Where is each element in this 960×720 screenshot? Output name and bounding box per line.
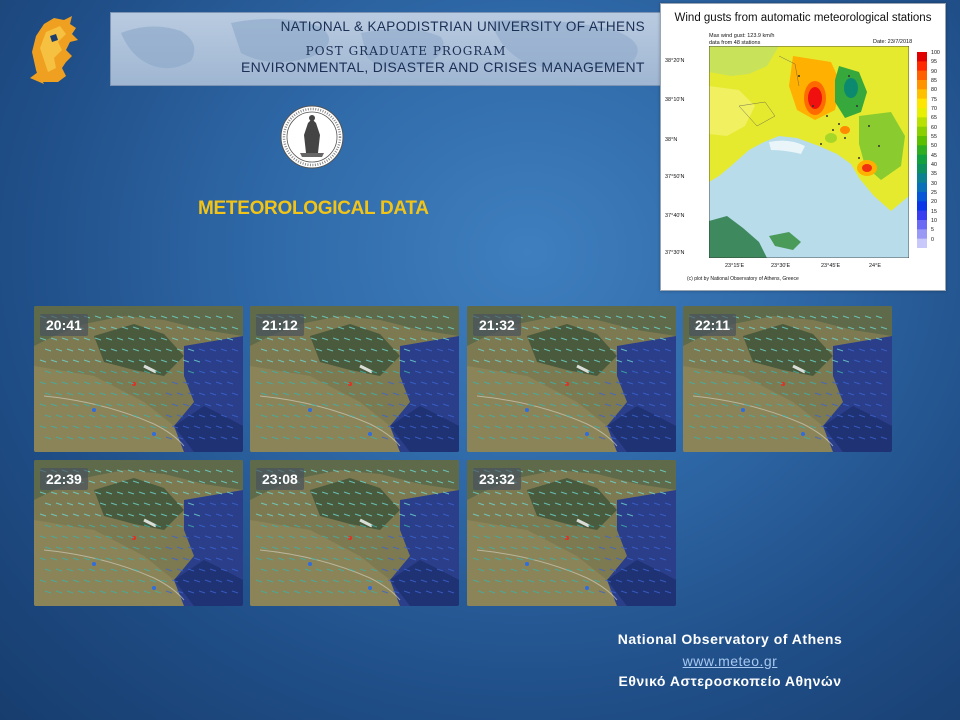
lon-label: 24°E	[869, 263, 881, 269]
colorbar-swatch	[917, 154, 927, 165]
wind-frame-thumbnail[interactable]: 21:32	[467, 306, 676, 452]
colorbar-label: 70	[931, 106, 937, 112]
colorbar-label: 50	[931, 143, 937, 150]
colorbar-label: 45	[931, 152, 937, 159]
lat-label: 38°N	[665, 137, 678, 143]
colorbar-label: 25	[931, 190, 937, 196]
program-name: POST GRADUATE PROGRAM	[305, 44, 507, 58]
lat-label: 38°20'N	[665, 58, 685, 64]
wind-frame-thumbnail[interactable]: 23:08	[250, 460, 459, 606]
colorbar-swatch	[917, 229, 927, 239]
colorbar-label: 100	[931, 50, 940, 56]
observatory-name-gr: Εθνικό Αστεροσκοπείο Αθηνών	[618, 673, 842, 689]
lat-label: 38°10'N	[665, 97, 685, 103]
colorbar-label: 95	[931, 59, 937, 66]
colorbar-swatch	[917, 238, 927, 248]
header-banner: NATIONAL & KAPODISTRIAN UNIVERSITY OF AT…	[110, 12, 662, 86]
colorbar-label: 80	[931, 87, 937, 94]
colorbar-swatch	[917, 98, 927, 109]
colorbar-label: 85	[931, 78, 937, 84]
colorbar-swatch	[917, 52, 927, 62]
frame-timestamp: 23:08	[256, 468, 304, 490]
colorbar-label: 20	[931, 199, 937, 206]
map-max-gust: Max wind gust: 123.9 km/h	[709, 33, 775, 39]
colorbar-swatch	[917, 220, 927, 230]
university-seal	[280, 105, 344, 169]
lon-label: 23°15'E	[725, 263, 745, 269]
map-date: Date: 23/7/2018	[873, 39, 913, 45]
observatory-website-link[interactable]: www.meteo.gr	[580, 653, 880, 669]
colorbar-swatch	[917, 61, 927, 71]
colorbar-swatch	[917, 164, 927, 174]
colorbar-swatch	[917, 136, 927, 146]
lat-label: 37°40'N	[665, 213, 685, 219]
university-name: NATIONAL & KAPODISTRIAN UNIVERSITY OF AT…	[280, 19, 645, 34]
colorbar-label: 75	[931, 96, 937, 103]
colorbar-swatch	[917, 117, 927, 127]
wind-frame-thumbnail[interactable]: 22:39	[34, 460, 243, 606]
specialization-name: ENVIRONMENTAL, DISASTER AND CRISES MANAG…	[241, 59, 645, 75]
colorbar	[917, 52, 927, 248]
lat-label: 37°50'N	[665, 174, 685, 180]
colorbar-label: 55	[931, 134, 937, 140]
colorbar-label: 65	[931, 115, 937, 122]
lon-label: 23°30'E	[771, 263, 791, 269]
colorbar-swatch	[917, 126, 927, 137]
map-title: Wind gusts from automatic meteorological…	[674, 12, 932, 24]
colorbar-label: 5	[931, 227, 934, 234]
frame-timestamp: 21:12	[256, 314, 304, 336]
section-title: METEOROLOGICAL DATA	[198, 198, 429, 219]
colorbar-swatch	[917, 182, 927, 193]
colorbar-swatch	[917, 70, 927, 81]
colorbar-swatch	[917, 108, 927, 118]
map-plot	[709, 46, 909, 258]
colorbar-swatch	[917, 192, 927, 202]
university-logo	[30, 16, 78, 84]
observatory-name-en: National Observatory of Athens	[617, 631, 843, 647]
colorbar-label: 10	[931, 218, 937, 224]
map-credit: (c) plot by National Observatory of Athe…	[687, 276, 799, 282]
wind-frame-thumbnail[interactable]: 21:12	[250, 306, 459, 452]
colorbar-label: 90	[931, 68, 937, 75]
wind-frame-thumbnail[interactable]: 22:11	[683, 306, 892, 452]
colorbar-label: 30	[931, 180, 937, 187]
wind-frame-thumbnail[interactable]: 20:41	[34, 306, 243, 452]
frame-timestamp: 22:39	[40, 468, 88, 490]
colorbar-swatch	[917, 201, 927, 211]
colorbar-swatch	[917, 80, 927, 90]
colorbar-swatch	[917, 210, 927, 221]
frame-timestamp: 20:41	[40, 314, 88, 336]
frame-timestamp: 21:32	[473, 314, 521, 336]
frame-timestamp: 23:32	[473, 468, 521, 490]
wind-frame-thumbnail[interactable]: 23:32	[467, 460, 676, 606]
colorbar-label: 35	[931, 171, 937, 178]
colorbar-swatch	[917, 89, 927, 99]
colorbar-label: 15	[931, 208, 937, 215]
lat-label: 37°30'N	[665, 250, 685, 256]
colorbar-label: 0	[931, 236, 934, 243]
colorbar-label: 40	[931, 162, 937, 168]
wind-gust-map: Wind gusts from automatic meteorological…	[660, 3, 946, 291]
lon-label: 23°45'E	[821, 263, 841, 269]
colorbar-swatch	[917, 173, 927, 183]
colorbar-swatch	[917, 145, 927, 155]
colorbar-label: 60	[931, 124, 937, 131]
frame-timestamp: 22:11	[689, 314, 737, 336]
